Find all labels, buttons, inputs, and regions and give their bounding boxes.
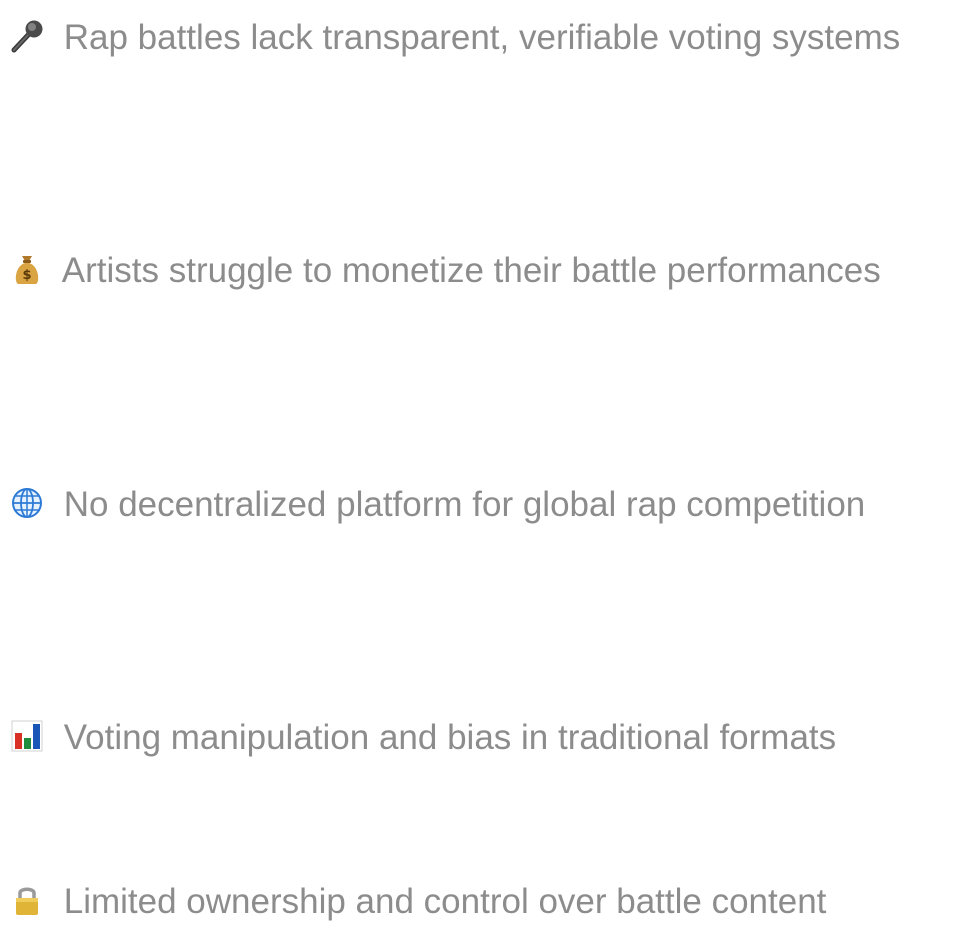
problem-text: Voting manipulation and bias in traditio…	[63, 718, 837, 757]
svg-text:$: $	[22, 268, 31, 283]
problem-text: Artists struggle to monetize their battl…	[61, 251, 881, 290]
globe-icon	[10, 486, 54, 520]
bar-chart-icon	[10, 719, 54, 753]
problem-text: No decentralized platform for global rap…	[63, 485, 866, 524]
problem-item-voting-manipulation: Voting manipulation and bias in traditio…	[10, 703, 950, 773]
lock-icon	[10, 883, 54, 917]
problem-text: Rap battles lack transparent, verifiable…	[63, 18, 901, 57]
problem-text: Limited ownership and control over battl…	[63, 882, 827, 921]
money-bag-icon: $	[10, 252, 54, 286]
microphone-icon	[10, 19, 54, 53]
problem-item-voting-transparency: Rap battles lack transparent, verifiable…	[10, 3, 950, 73]
problem-item-content-ownership: Limited ownership and control over battl…	[10, 867, 950, 937]
problem-item-monetization: $ Artists struggle to monetize their bat…	[10, 236, 950, 306]
problem-item-decentralized-platform: No decentralized platform for global rap…	[10, 470, 950, 540]
